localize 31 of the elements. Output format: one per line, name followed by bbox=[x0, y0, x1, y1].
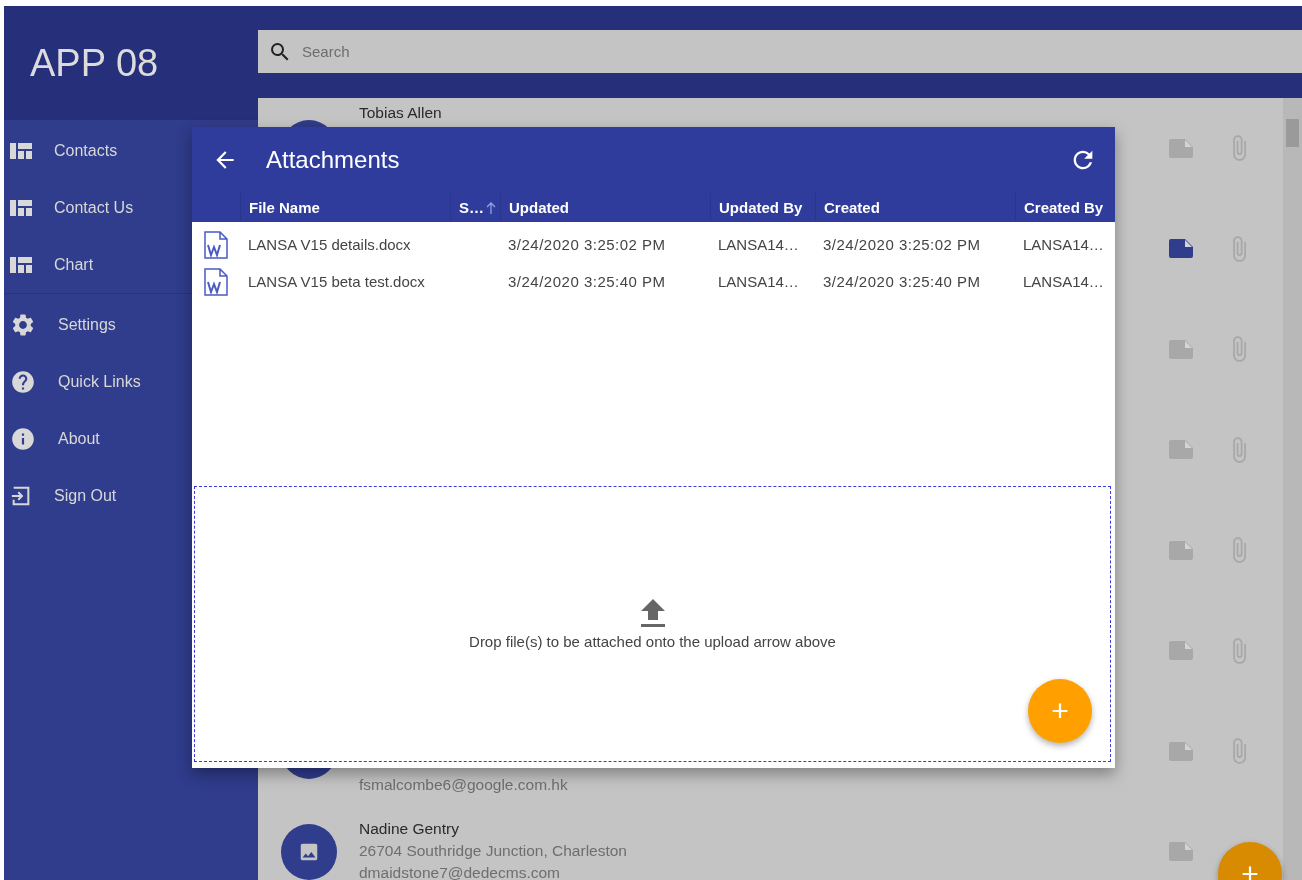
nav-item[interactable]: About bbox=[4, 410, 258, 467]
table-cell-text: 3/24/2020 3:25:40 PM bbox=[822, 273, 982, 290]
app-title: APP 08 bbox=[30, 41, 159, 85]
drop-hint: Drop file(s) to be attached onto the upload arrow above bbox=[469, 632, 836, 650]
dialog-title: Attachments bbox=[266, 146, 401, 174]
table-cell-text: LANSA14… bbox=[1022, 236, 1105, 253]
table-cell-text: LANSA14… bbox=[717, 236, 800, 253]
nav-item[interactable]: Quick Links bbox=[4, 353, 258, 410]
column-header[interactable]: Updated By bbox=[719, 199, 803, 216]
table-cell-text: LANSA V15 details.docx bbox=[247, 236, 412, 253]
table-cell-text: LANSA V15 beta test.docx bbox=[247, 273, 426, 290]
nav-item[interactable]: Contacts bbox=[4, 122, 258, 179]
search-input[interactable]: Search bbox=[300, 42, 1302, 61]
column-header[interactable]: Created By bbox=[1024, 199, 1104, 216]
contact-email: fsmalcombe6@google.com.hk bbox=[359, 774, 569, 795]
contact-email: dmaidstone7@dedecms.com bbox=[359, 862, 561, 880]
search-field[interactable]: Search bbox=[258, 30, 1302, 73]
contact-address: 26704 Southridge Junction, Charleston bbox=[359, 840, 628, 861]
nav-item[interactable]: Settings bbox=[4, 296, 258, 353]
table-cell-text: LANSA14… bbox=[717, 273, 800, 290]
drop-zone[interactable]: Drop file(s) to be attached onto the upload arrow above + bbox=[194, 486, 1111, 762]
table-cell-text: LANSA14… bbox=[1022, 273, 1105, 290]
table-cell-text: 3/24/2020 3:25:02 PM bbox=[822, 236, 982, 253]
column-header[interactable]: Updated bbox=[509, 199, 569, 216]
contact-name: Tobias Allen bbox=[359, 103, 443, 123]
column-header[interactable]: File Name bbox=[249, 199, 320, 216]
table-cell-text: 3/24/2020 3:25:02 PM bbox=[507, 236, 667, 253]
column-header[interactable]: Created bbox=[824, 199, 880, 216]
column-header[interactable]: S… bbox=[459, 199, 484, 216]
table-cell-text: 3/24/2020 3:25:40 PM bbox=[507, 273, 667, 290]
contact-name: Nadine Gentry bbox=[359, 818, 460, 839]
